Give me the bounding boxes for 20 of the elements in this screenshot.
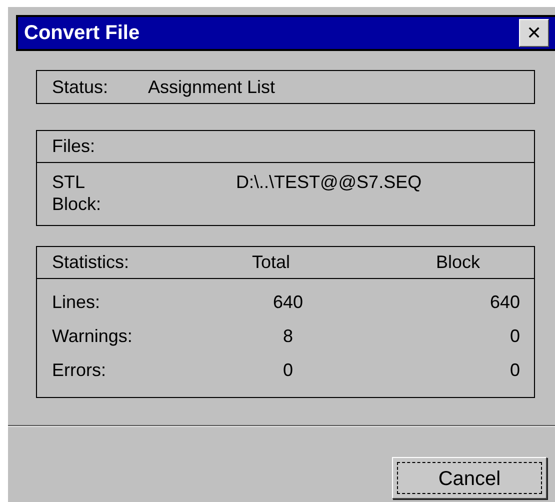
window-title: Convert File bbox=[24, 22, 140, 44]
block-value: 640 bbox=[488, 292, 520, 312]
total-value: 640 bbox=[272, 292, 304, 312]
column-header: Block bbox=[434, 252, 481, 273]
file-type-label: STL Block: bbox=[52, 171, 102, 213]
column-header: Statistics: bbox=[52, 252, 130, 273]
files-heading: Files: bbox=[52, 136, 96, 157]
row-label: Errors: bbox=[52, 360, 107, 380]
column-header: Total bbox=[251, 252, 292, 273]
row-label: Lines: bbox=[52, 292, 102, 312]
file-path: D:\..\TEST@@S7.SEQ bbox=[236, 171, 422, 194]
status-label: Status: bbox=[52, 76, 110, 98]
status-value: Assignment List bbox=[148, 76, 276, 98]
cancel-button[interactable]: Cancel bbox=[392, 457, 547, 499]
row-label: Warnings: bbox=[52, 326, 134, 346]
block-value: 0 bbox=[508, 326, 520, 346]
total-value: 8 bbox=[282, 326, 293, 346]
close-button[interactable]: ✕ bbox=[519, 19, 549, 47]
total-value: 0 bbox=[282, 360, 293, 380]
block-value: 0 bbox=[508, 360, 520, 380]
